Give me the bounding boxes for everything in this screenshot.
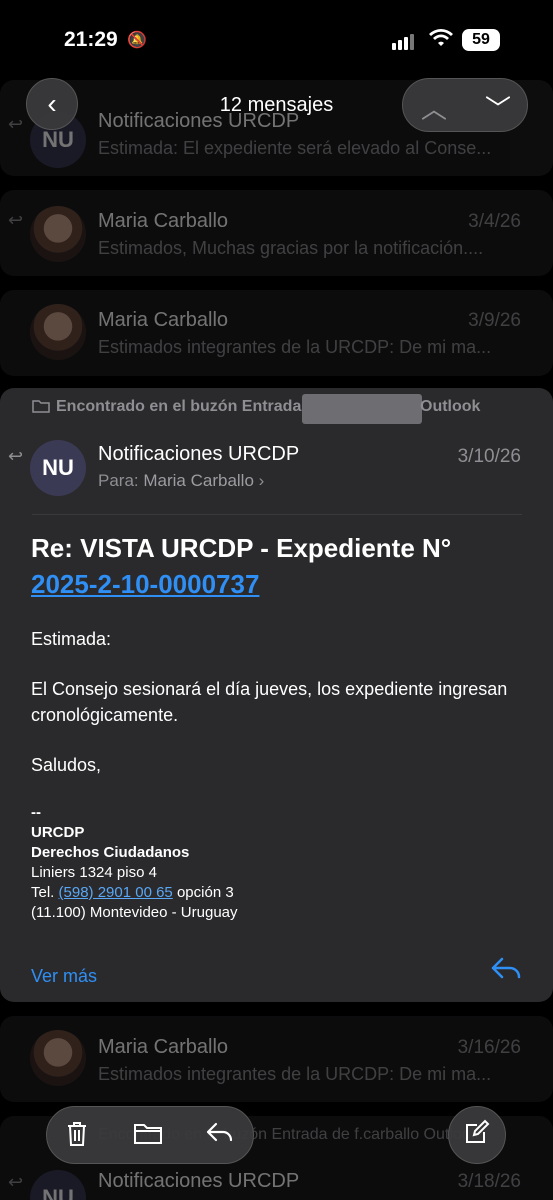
message-date: 3/10/26 (457, 446, 521, 467)
to-label: Para: (98, 471, 139, 490)
folder-move-icon[interactable] (133, 1121, 163, 1152)
avatar: NU (30, 1170, 86, 1200)
avatar (30, 304, 86, 360)
body-paragraph: El Consejo sesionará el día jueves, los … (31, 679, 508, 725)
message-date: 3/18/26 (457, 1171, 521, 1192)
body-greeting: Estimada: (31, 629, 112, 649)
message-preview: Estimados integrantes de la URCDP: De mi… (98, 337, 492, 357)
signature: -- URCDP Derechos Ciudadanos Liniers 132… (31, 803, 238, 923)
signature-phone: Tel. (598) 2901 00 65 opción 3 (31, 884, 234, 901)
bottom-toolbar (46, 1106, 254, 1164)
compose-button[interactable] (448, 1106, 506, 1164)
message-subject: Re: VISTA URCDP - Expediente N° 2025-2-1… (31, 530, 521, 602)
sender-name: Maria Carballo (98, 1036, 229, 1058)
avatar (30, 206, 86, 262)
phone-link[interactable]: (598) 2901 00 65 (59, 884, 173, 901)
message-navigation: ︿ ﹀ (402, 78, 528, 132)
chevron-down-icon[interactable]: ﹀ (485, 89, 511, 126)
signature-org: URCDP (31, 824, 85, 841)
reply-icon[interactable] (205, 1121, 235, 1152)
replied-icon: ↩ (8, 210, 24, 230)
message-date: 3/9/26 (468, 310, 521, 331)
signature-department: Derechos Ciudadanos (31, 844, 190, 861)
cellular-signal-icon (392, 32, 416, 50)
silent-bell-icon: 🔕 (127, 32, 147, 49)
status-time: 21:29 (64, 28, 118, 51)
found-in-mailbox-suffix: Outlook (420, 398, 481, 415)
divider (32, 514, 522, 515)
chevron-right-icon: › (258, 471, 265, 490)
sender-name[interactable]: Notificaciones URCDP (98, 443, 299, 466)
body-closing: Saludos, (31, 755, 102, 775)
subject-text: Re: VISTA URCDP - Expediente N° (31, 533, 452, 563)
message-card[interactable]: Maria Carballo 3/9/26 Estimados integran… (0, 290, 553, 376)
avatar: NU (30, 440, 86, 496)
nav-bar: ‹ 12 mensajes ︿ ﹀ (0, 70, 553, 140)
recipient-row[interactable]: Para: Maria Carballo › (98, 471, 264, 491)
compose-icon (464, 1119, 490, 1152)
signature-separator: -- (31, 804, 41, 821)
see-more-link[interactable]: Ver más (31, 966, 97, 987)
sender-name: Maria Carballo (98, 309, 229, 331)
message-preview: Estimada: El expediente será elevado al … (98, 138, 492, 158)
sender-name: Maria Carballo (98, 210, 229, 232)
battery-indicator: 59 (462, 29, 500, 51)
avatar (30, 1030, 86, 1086)
message-card[interactable]: Maria Carballo 3/16/26 Estimados integra… (0, 1016, 553, 1102)
wifi-icon (428, 28, 454, 54)
replied-icon: ↩ (8, 1172, 24, 1192)
sender-name: Notificaciones URCDP (98, 1170, 300, 1192)
case-number-link[interactable]: 2025-2-10-0000737 (31, 569, 259, 599)
message-date: 3/16/26 (457, 1037, 521, 1058)
message-card[interactable]: ↩ Maria Carballo 3/4/26 Estimados, Mucha… (0, 190, 553, 276)
signature-address: Liniers 1324 piso 4 (31, 864, 157, 881)
message-date: 3/4/26 (468, 211, 521, 232)
found-in-mailbox: Encontrado en el buzón Entrada (56, 398, 302, 415)
folder-icon (32, 399, 50, 418)
chevron-up-icon[interactable]: ︿ (421, 89, 447, 126)
recipient-name: Maria Carballo (143, 471, 254, 490)
trash-icon[interactable] (65, 1121, 89, 1154)
status-bar: 21:29 🔕 59 (0, 0, 553, 70)
replied-icon: ↩ (8, 446, 24, 466)
message-preview: Estimados integrantes de la URCDP: De mi… (98, 1064, 492, 1084)
message-preview: Estimados, Muchas gracias por la notific… (98, 238, 484, 258)
reply-icon[interactable] (490, 956, 522, 989)
redaction-block (302, 394, 422, 424)
signature-city: (11.100) Montevideo - Uruguay (31, 904, 238, 921)
